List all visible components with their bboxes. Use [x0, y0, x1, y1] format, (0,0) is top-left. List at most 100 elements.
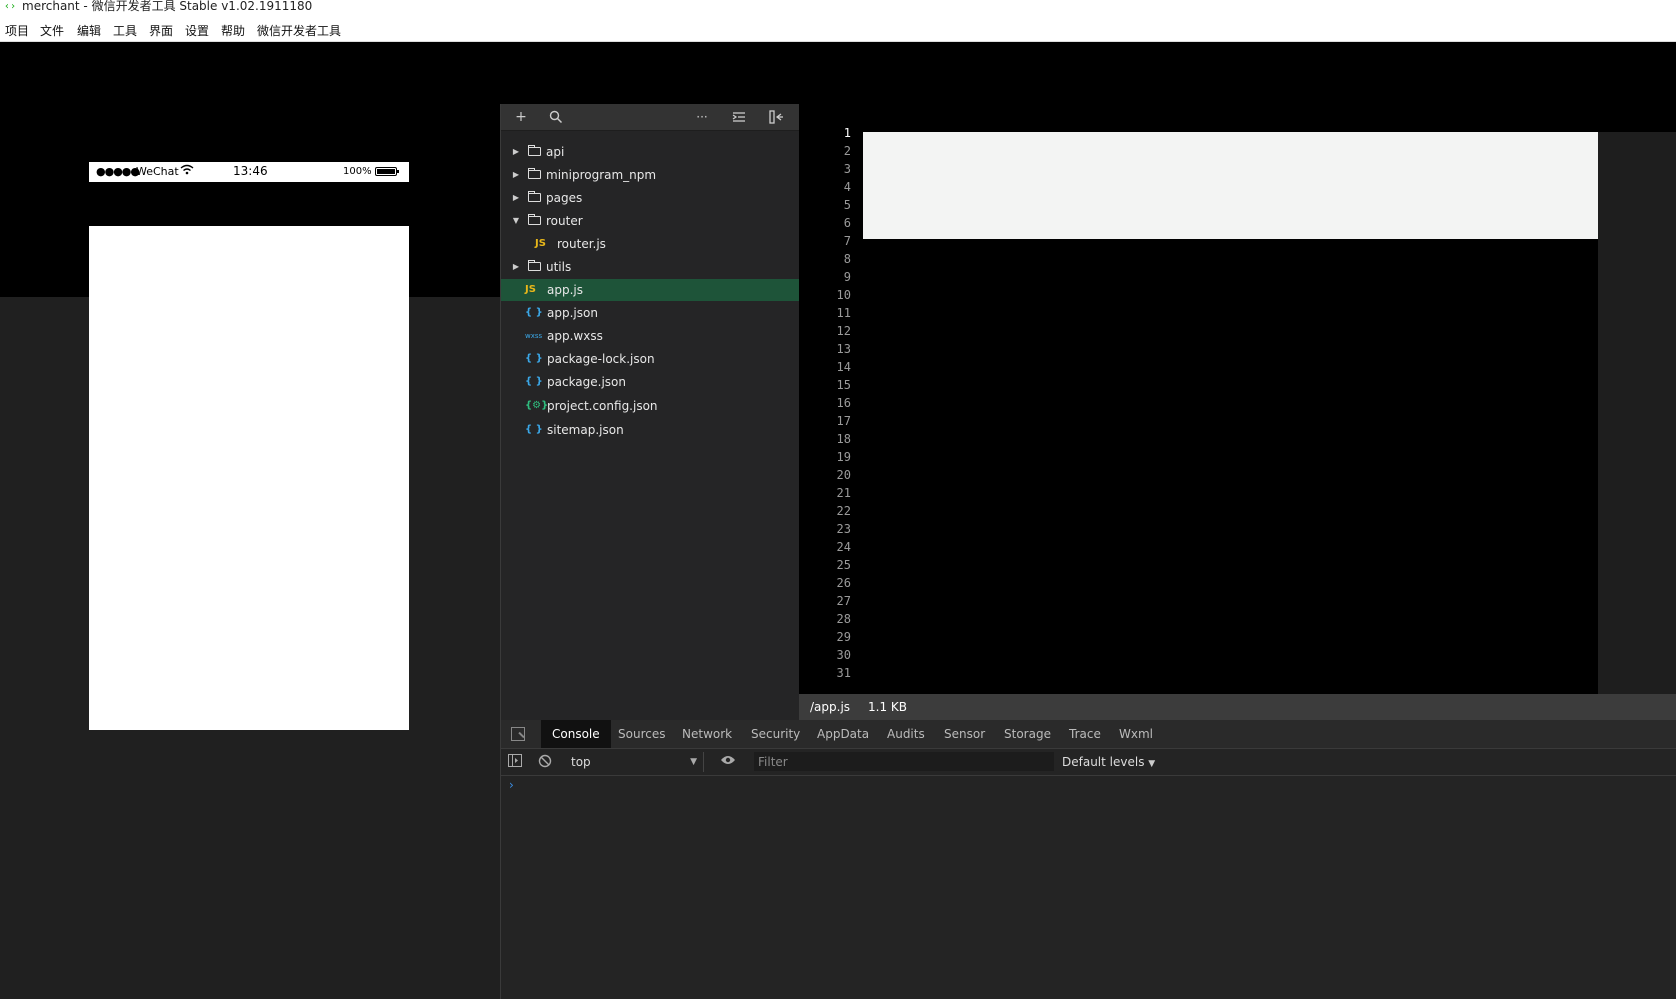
line-number: 28	[836, 612, 851, 626]
json-file-icon: { }	[525, 307, 543, 318]
line-number: 16	[836, 396, 851, 410]
tree-file-sitemap-json[interactable]: { } sitemap.json	[501, 419, 799, 441]
menu-project[interactable]: 项目	[5, 22, 29, 39]
line-number: 11	[836, 306, 851, 320]
file-explorer: + ··· ▶ api ▶ miniprogram_npm ▶ pages ▼ …	[500, 104, 799, 720]
tree-item-label: app.json	[547, 306, 598, 320]
tab-sensor[interactable]: Sensor	[944, 720, 985, 748]
tree-item-label: project.config.json	[547, 399, 658, 413]
phone-status-bar: ●●●●● WeChat 13:46 100%	[89, 162, 409, 182]
collapse-all-icon[interactable]	[729, 108, 749, 126]
line-number: 27	[836, 594, 851, 608]
tree-file-router-js[interactable]: JS router.js	[501, 233, 799, 255]
battery-icon	[375, 167, 399, 176]
tree-item-label: package.json	[547, 375, 627, 389]
eye-icon[interactable]	[720, 754, 736, 770]
line-number: 13	[836, 342, 851, 356]
line-number: 17	[836, 414, 851, 428]
tree-folder-router[interactable]: ▼ router	[501, 210, 799, 232]
tree-item-label: sitemap.json	[547, 423, 624, 437]
tree-file-app-js[interactable]: JS app.js	[501, 279, 799, 301]
tab-appdata[interactable]: AppData	[817, 720, 869, 748]
tree-item-label: utils	[546, 260, 572, 274]
tree-file-project-config-json[interactable]: {⚙} project.config.json	[501, 395, 799, 417]
tab-storage[interactable]: Storage	[1004, 720, 1051, 748]
folder-icon	[528, 260, 541, 271]
js-file-icon: JS	[525, 284, 536, 295]
tree-folder-api[interactable]: ▶ api	[501, 141, 799, 163]
collapsed-arrow-icon: ▶	[512, 262, 520, 271]
tree-file-app-wxss[interactable]: wxss app.wxss	[501, 325, 799, 347]
line-number: 22	[836, 504, 851, 518]
tree-folder-pages[interactable]: ▶ pages	[501, 187, 799, 209]
collapsed-arrow-icon: ▶	[512, 147, 520, 156]
add-file-button[interactable]: +	[511, 108, 531, 126]
line-number: 19	[836, 450, 851, 464]
tab-sources[interactable]: Sources	[618, 720, 665, 748]
line-number: 23	[836, 522, 851, 536]
tree-file-package-lock-json[interactable]: { } package-lock.json	[501, 348, 799, 370]
line-number: 26	[836, 576, 851, 590]
tree-item-label: pages	[546, 191, 583, 205]
file-size: 1.1 KB	[868, 700, 907, 714]
json-file-icon: { }	[525, 353, 543, 364]
line-number: 8	[843, 252, 851, 266]
line-number: 25	[836, 558, 851, 572]
line-number: 10	[836, 288, 851, 302]
menu-wechat-devtools[interactable]: 微信开发者工具	[257, 22, 341, 39]
expanded-arrow-icon: ▼	[512, 216, 520, 225]
context-selector[interactable]: top ▼	[571, 752, 704, 772]
tab-audits[interactable]: Audits	[887, 720, 925, 748]
code-editor[interactable]: 1 2 3 4 5 6 7 8 9 10 11 12 13 14 15 16 17 18 19 20 21 22 23 24 2…	[799, 104, 1676, 694]
app-logo-icon: ‹›	[4, 1, 17, 12]
menu-file[interactable]: 文件	[40, 22, 64, 39]
tree-item-label: miniprogram_npm	[546, 168, 657, 182]
more-options-button[interactable]: ···	[692, 108, 712, 126]
phone-screen[interactable]	[89, 226, 409, 730]
folder-icon	[528, 168, 541, 179]
inspect-element-icon[interactable]	[511, 727, 525, 741]
line-number-gutter: 1 2 3 4 5 6 7 8 9 10 11 12 13 14 15 16 17 18 19 20 21 22 23 24 2…	[799, 124, 859, 682]
console-filter-input[interactable]	[754, 752, 1054, 771]
toggle-sidebar-icon[interactable]	[507, 754, 523, 770]
menu-view[interactable]: 界面	[149, 22, 173, 39]
line-number: 20	[836, 468, 851, 482]
explorer-toolbar: + ···	[501, 104, 799, 131]
line-number: 30	[836, 648, 851, 662]
line-number: 18	[836, 432, 851, 446]
dropdown-caret-icon: ▼	[690, 757, 697, 767]
log-levels-dropdown[interactable]: Default levels ▼	[1062, 752, 1155, 772]
menu-help[interactable]: 帮助	[221, 22, 245, 39]
console-prompt[interactable]: ›	[509, 778, 514, 792]
tab-trace[interactable]: Trace	[1069, 720, 1101, 748]
tab-security[interactable]: Security	[751, 720, 800, 748]
tree-file-package-json[interactable]: { } package.json	[501, 371, 799, 393]
editor-status-bar: /app.js 1.1 KB	[799, 694, 1676, 720]
hide-sidebar-icon[interactable]	[766, 108, 786, 126]
signal-strength-icon: ●●●●●	[96, 165, 140, 178]
open-folder-icon	[528, 214, 541, 225]
tree-item-label: router.js	[557, 237, 606, 251]
tree-folder-utils[interactable]: ▶ utils	[501, 256, 799, 278]
collapsed-arrow-icon: ▶	[512, 193, 520, 202]
json-file-icon: { }	[525, 376, 543, 387]
js-file-icon: JS	[535, 238, 546, 249]
tab-network[interactable]: Network	[682, 720, 732, 748]
devtools-panel: Console Sources Network Security AppData…	[500, 720, 1676, 999]
line-number: 6	[843, 216, 851, 230]
collapsed-arrow-icon: ▶	[512, 170, 520, 179]
tab-wxml[interactable]: Wxml	[1119, 720, 1153, 748]
clear-console-icon[interactable]	[537, 754, 553, 770]
line-number: 1	[843, 126, 851, 140]
menu-settings[interactable]: 设置	[185, 22, 209, 39]
search-icon[interactable]	[546, 108, 566, 126]
tree-file-app-json[interactable]: { } app.json	[501, 302, 799, 324]
menu-edit[interactable]: 编辑	[77, 22, 101, 39]
code-content-area[interactable]	[863, 132, 1598, 239]
folder-icon	[528, 191, 541, 202]
line-number: 2	[843, 144, 851, 158]
tree-item-label: router	[546, 214, 583, 228]
menu-tools[interactable]: 工具	[113, 22, 137, 39]
tree-folder-miniprogram-npm[interactable]: ▶ miniprogram_npm	[501, 164, 799, 186]
tab-console[interactable]: Console	[541, 720, 611, 748]
